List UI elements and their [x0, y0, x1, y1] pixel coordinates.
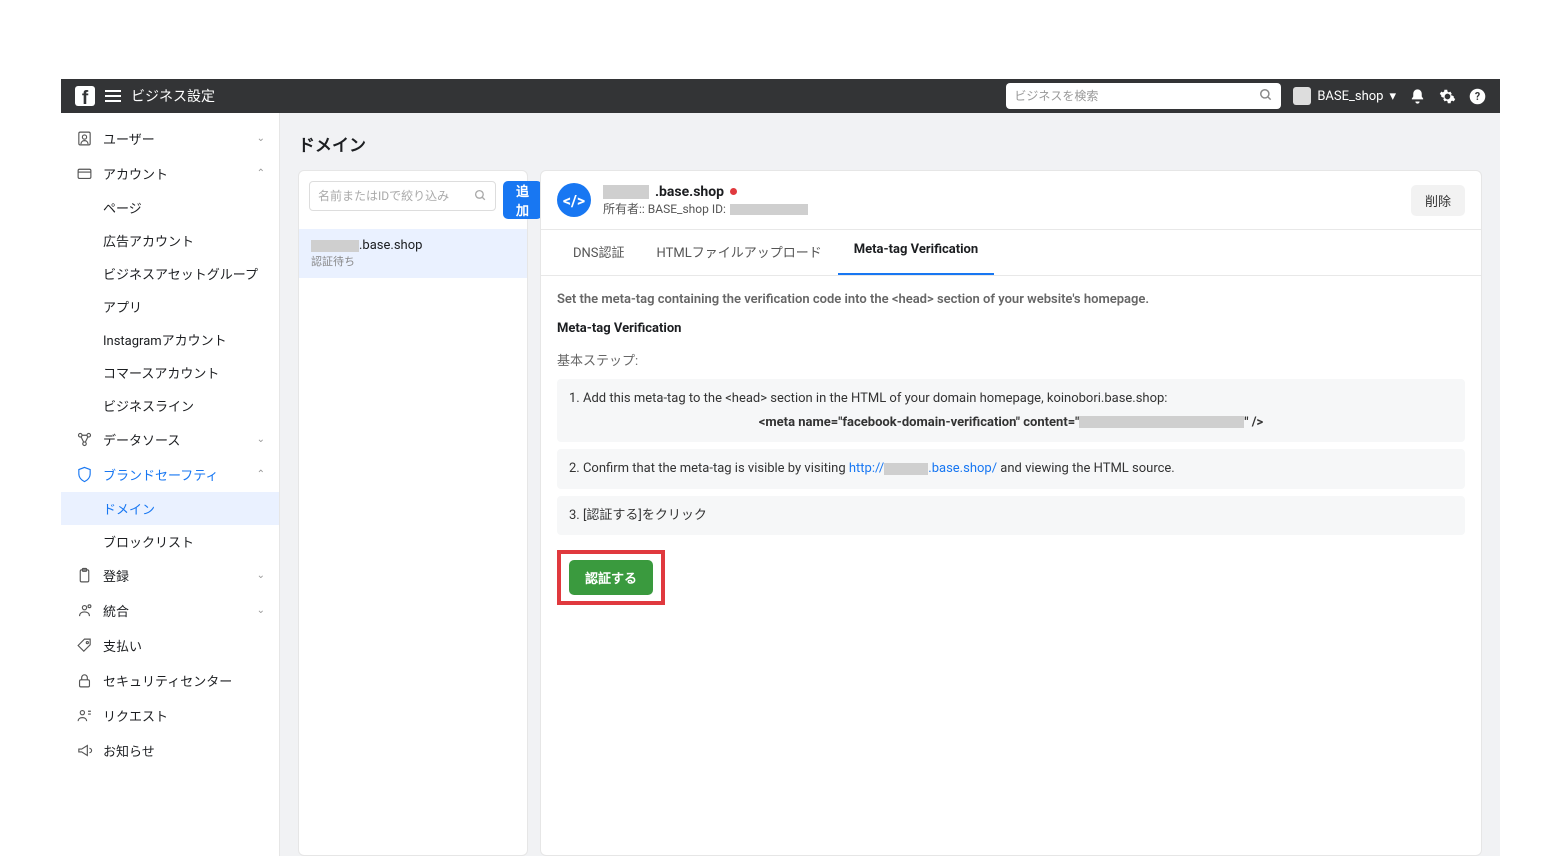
step-3: 3. [認証する]をクリック [557, 496, 1465, 536]
sidebar-item-register[interactable]: 登録 ⌄ [61, 558, 279, 593]
topbar: f ビジネス設定 BASE_shop ▾ ? [61, 79, 1500, 113]
sidebar-item-data-sources[interactable]: データソース ⌄ [61, 422, 279, 457]
sidebar-sub-blocklist[interactable]: ブロックリスト [61, 525, 279, 558]
content-description: Set the meta-tag containing the verifica… [557, 292, 1465, 307]
business-search[interactable] [1006, 83, 1281, 109]
sidebar-item-users[interactable]: ユーザー ⌄ [61, 121, 279, 156]
sidebar-sub-domains[interactable]: ドメイン [61, 492, 279, 525]
page-title: ドメイン [298, 131, 1482, 156]
sidebar-sub-instagram[interactable]: Instagramアカウント [61, 323, 279, 356]
chevron-down-icon: ⌄ [257, 434, 265, 445]
search-icon[interactable] [1259, 87, 1273, 106]
integration-icon [75, 602, 93, 620]
redacted-text [311, 240, 359, 252]
domain-name: .base.shop [311, 238, 515, 253]
sidebar-label: お知らせ [103, 741, 155, 760]
redacted-text [884, 463, 928, 475]
sidebar-sub-business-line[interactable]: ビジネスライン [61, 389, 279, 422]
step-2: 2. Confirm that the meta-tag is visible … [557, 449, 1465, 489]
chevron-down-icon: ⌄ [257, 570, 265, 581]
sidebar-label: 統合 [103, 601, 129, 620]
tag-icon [75, 637, 93, 655]
domain-owner: 所有者:: BASE_shop ID: [603, 200, 808, 217]
sidebar-item-security[interactable]: セキュリティセンター [61, 663, 279, 698]
status-dot-icon [730, 188, 737, 195]
chevron-down-icon: ⌄ [257, 605, 265, 616]
sidebar-label: データソース [103, 430, 180, 449]
account-name: BASE_shop [1317, 89, 1383, 104]
domain-list-item[interactable]: .base.shop 認証待ち [299, 229, 527, 278]
add-button[interactable]: 追加 [503, 181, 542, 219]
account-avatar-icon [1293, 87, 1311, 105]
sidebar-item-accounts[interactable]: アカウント ⌃ [61, 156, 279, 191]
shield-icon [75, 466, 93, 484]
redacted-text [603, 185, 649, 199]
svg-text:?: ? [1474, 90, 1479, 103]
chevron-down-icon: ▾ [1389, 89, 1396, 104]
chevron-up-icon: ⌃ [257, 168, 265, 179]
verify-highlight: 認証する [557, 550, 665, 605]
sidebar-item-news[interactable]: お知らせ [61, 733, 279, 768]
tab-content: Set the meta-tag containing the verifica… [541, 276, 1481, 855]
redacted-text [1079, 416, 1244, 428]
delete-button[interactable]: 削除 [1411, 185, 1465, 216]
sidebar-label: 支払い [103, 636, 142, 655]
steps-label: 基本ステップ: [557, 350, 1465, 369]
sidebar-label: リクエスト [103, 706, 168, 725]
domain-link[interactable]: http://.base.shop/ [849, 461, 997, 476]
sidebar-label: ブランドセーフティ [103, 465, 218, 484]
sidebar-sub-asset-groups[interactable]: ビジネスアセットグループ [61, 257, 279, 290]
domain-code-icon: </> [557, 183, 591, 217]
menu-icon[interactable] [105, 90, 121, 102]
domain-detail-panel: </> .base.shop 所有者:: BASE_shop ID: 削除 DN… [540, 170, 1482, 856]
filter-input[interactable] [318, 189, 474, 203]
tab-dns[interactable]: DNS認証 [557, 230, 641, 275]
step-1: 1. Add this meta-tag to the <head> secti… [557, 379, 1465, 442]
business-search-input[interactable] [1014, 89, 1259, 103]
sidebar-label: ユーザー [103, 129, 155, 148]
lock-icon [75, 672, 93, 690]
clipboard-icon [75, 567, 93, 585]
account-switcher[interactable]: BASE_shop ▾ [1293, 87, 1396, 105]
topbar-title: ビジネス設定 [131, 86, 215, 106]
verify-button[interactable]: 認証する [569, 560, 653, 595]
notifications-icon[interactable] [1408, 87, 1426, 105]
domain-title: .base.shop [603, 184, 808, 200]
sidebar-item-brand-safety[interactable]: ブランドセーフティ ⌃ [61, 457, 279, 492]
sidebar-label: アカウント [103, 164, 168, 183]
domain-status: 認証待ち [311, 253, 515, 269]
data-sources-icon [75, 431, 93, 449]
domain-list-panel: 追加 .base.shop 認証待ち [298, 170, 528, 856]
sidebar-sub-commerce[interactable]: コマースアカウント [61, 356, 279, 389]
meta-tag-code: <meta name="facebook-domain-verification… [569, 413, 1453, 433]
sidebar-sub-pages[interactable]: ページ [61, 191, 279, 224]
accounts-icon [75, 165, 93, 183]
help-icon[interactable]: ? [1468, 87, 1486, 105]
tabs: DNS認証 HTMLファイルアップロード Meta-tag Verificati… [541, 230, 1481, 276]
requests-icon [75, 707, 93, 725]
megaphone-icon [75, 742, 93, 760]
facebook-logo-icon[interactable]: f [75, 86, 95, 106]
sidebar-label: 登録 [103, 566, 129, 585]
sidebar: ユーザー ⌄ アカウント ⌃ ページ 広告アカウント ビジネスアセットグループ … [61, 113, 280, 856]
settings-icon[interactable] [1438, 87, 1456, 105]
sidebar-item-integration[interactable]: 統合 ⌄ [61, 593, 279, 628]
content-heading: Meta-tag Verification [557, 321, 1465, 336]
filter-input-wrap[interactable] [309, 181, 496, 211]
users-icon [75, 130, 93, 148]
tab-meta-tag[interactable]: Meta-tag Verification [838, 230, 994, 275]
redacted-text [730, 204, 808, 215]
chevron-up-icon: ⌃ [257, 469, 265, 480]
sidebar-item-payment[interactable]: 支払い [61, 628, 279, 663]
chevron-down-icon: ⌄ [257, 133, 265, 144]
sidebar-sub-apps[interactable]: アプリ [61, 290, 279, 323]
search-icon [474, 187, 487, 206]
sidebar-label: セキュリティセンター [103, 671, 232, 690]
tab-html-upload[interactable]: HTMLファイルアップロード [641, 230, 838, 275]
sidebar-sub-ad-accounts[interactable]: 広告アカウント [61, 224, 279, 257]
main-area: ドメイン 追加 .base.shop 認証待ち [280, 113, 1500, 856]
sidebar-item-requests[interactable]: リクエスト [61, 698, 279, 733]
